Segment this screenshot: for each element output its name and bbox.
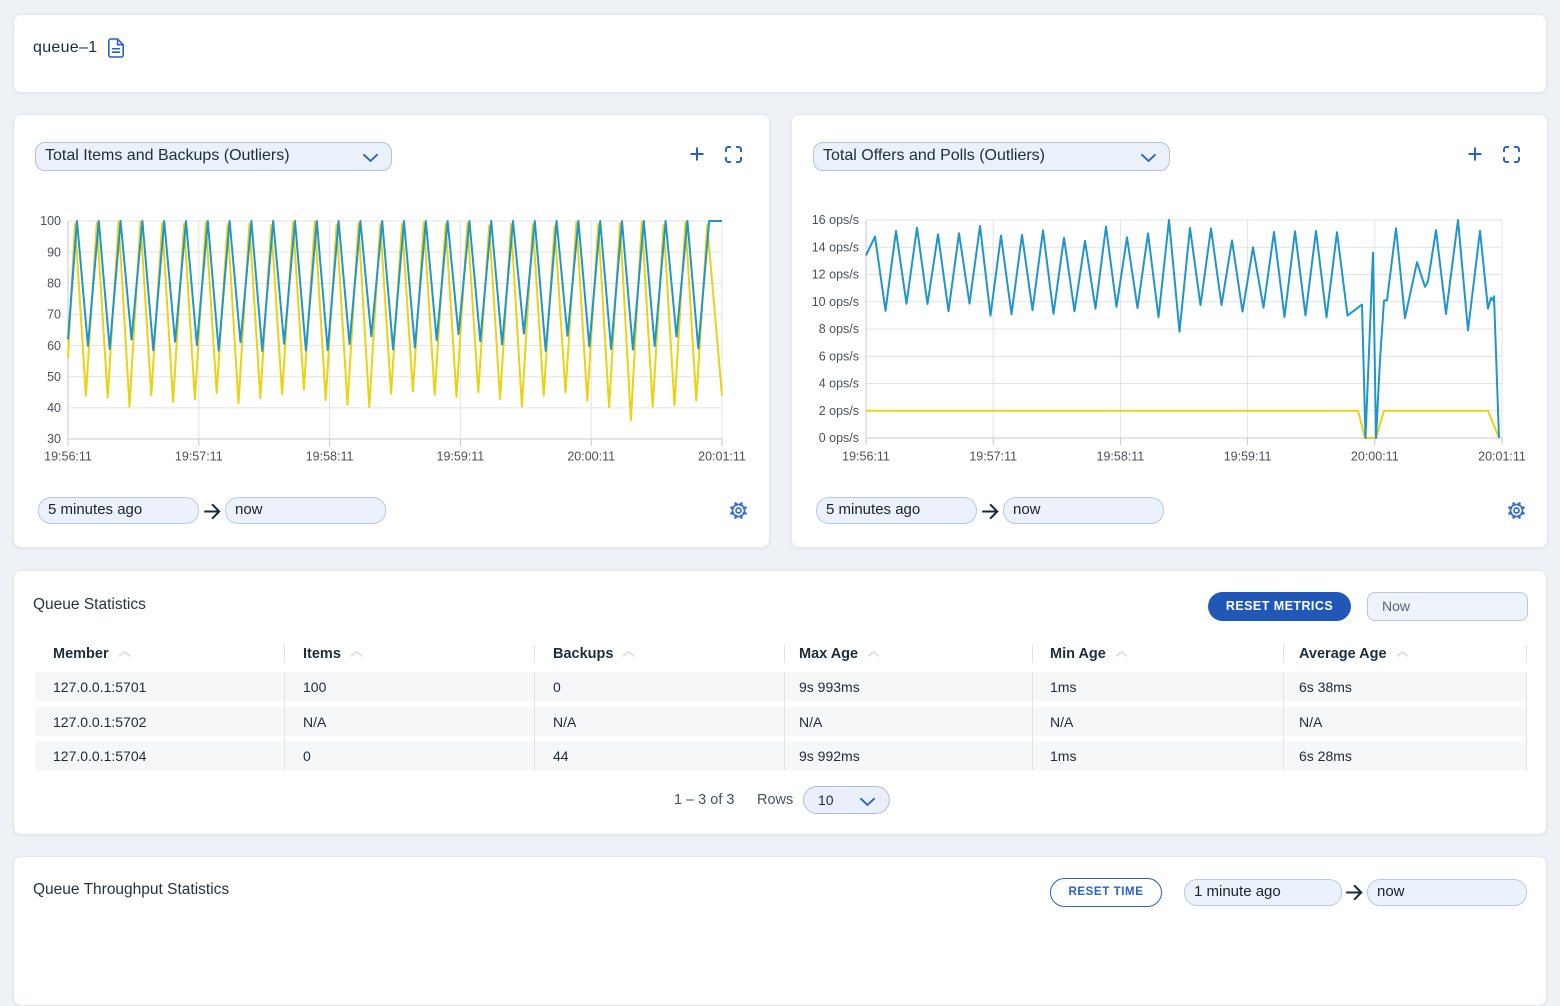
- svg-text:19:57:11: 19:57:11: [175, 450, 223, 464]
- svg-text:16 ops/s: 16 ops/s: [812, 213, 859, 227]
- svg-text:8 ops/s: 8 ops/s: [819, 322, 859, 336]
- svg-text:19:56:11: 19:56:11: [842, 450, 890, 464]
- svg-text:80: 80: [47, 277, 61, 291]
- svg-text:12 ops/s: 12 ops/s: [812, 268, 859, 282]
- svg-text:70: 70: [47, 308, 61, 322]
- svg-text:100: 100: [40, 214, 61, 228]
- svg-text:14 ops/s: 14 ops/s: [812, 240, 859, 254]
- svg-text:40: 40: [47, 401, 61, 415]
- svg-text:50: 50: [47, 370, 61, 384]
- svg-text:60: 60: [47, 339, 61, 353]
- svg-text:2 ops/s: 2 ops/s: [819, 404, 859, 418]
- svg-text:30: 30: [47, 432, 61, 446]
- svg-text:20:01:11: 20:01:11: [1478, 450, 1526, 464]
- svg-text:20:01:11: 20:01:11: [698, 450, 746, 464]
- svg-text:6 ops/s: 6 ops/s: [819, 349, 859, 363]
- svg-text:19:56:11: 19:56:11: [44, 450, 92, 464]
- svg-text:0 ops/s: 0 ops/s: [819, 431, 859, 445]
- svg-text:20:00:11: 20:00:11: [567, 450, 615, 464]
- svg-text:90: 90: [47, 245, 61, 259]
- svg-text:19:59:11: 19:59:11: [1224, 450, 1272, 464]
- svg-text:10 ops/s: 10 ops/s: [812, 295, 859, 309]
- svg-text:19:58:11: 19:58:11: [306, 450, 354, 464]
- svg-text:19:58:11: 19:58:11: [1097, 450, 1145, 464]
- svg-text:20:00:11: 20:00:11: [1351, 450, 1399, 464]
- svg-text:19:59:11: 19:59:11: [437, 450, 485, 464]
- svg-text:19:57:11: 19:57:11: [969, 450, 1017, 464]
- svg-text:4 ops/s: 4 ops/s: [819, 377, 859, 391]
